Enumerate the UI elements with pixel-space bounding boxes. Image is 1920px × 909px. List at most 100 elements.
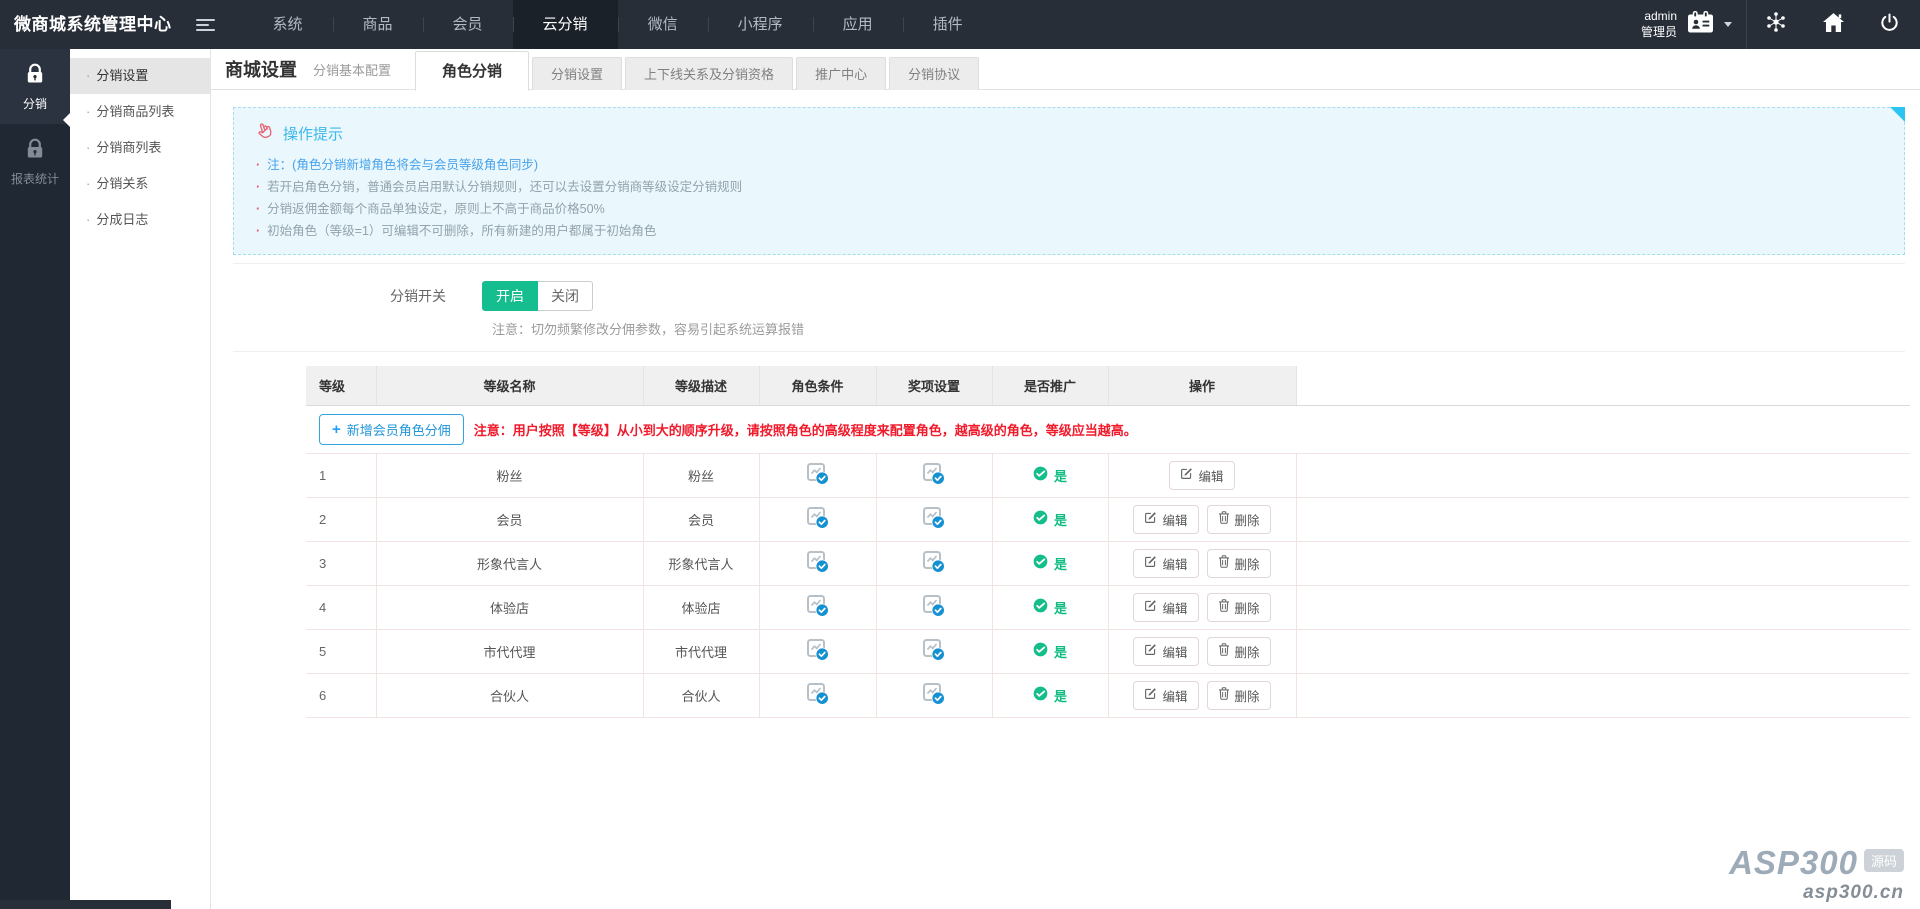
edit-button[interactable]: 编辑 — [1133, 680, 1199, 710]
lock-icon — [23, 138, 47, 165]
trash-icon — [1218, 687, 1230, 703]
edit-button[interactable]: 编辑 — [1133, 548, 1199, 578]
role-condition-icon[interactable] — [806, 462, 830, 486]
cell-actions: 编辑 — [1108, 453, 1297, 498]
submenu-item-dist-relations[interactable]: 分销关系 — [70, 166, 210, 202]
cell-promote: 是 — [992, 497, 1109, 542]
tab-distribution-settings[interactable]: 分销设置 — [532, 56, 623, 90]
cell-prize-setting — [876, 673, 993, 718]
rail-item-label: 报表统计 — [10, 172, 59, 186]
submenu-item-dist-goods-list[interactable]: 分销商品列表 — [70, 94, 210, 130]
submenu-item-distributor-list[interactable]: 分销商列表 — [70, 130, 210, 166]
nav-item-wechat[interactable]: 微信 — [617, 0, 708, 49]
switch-note: 注意：切勿频繁修改分佣参数，容易引起系统运算报错 — [492, 322, 805, 337]
cell-level-desc: 形象代言人 — [643, 541, 760, 586]
tab-role-distribution[interactable]: 角色分销 — [415, 50, 530, 91]
nav-item-cloud-distribution[interactable]: 云分销 — [512, 0, 618, 49]
module-rail: 分销 报表统计 — [0, 49, 70, 909]
role-condition-icon[interactable] — [806, 506, 830, 530]
delete-button[interactable]: 删除 — [1206, 636, 1271, 666]
tips-title: 操作提示 — [283, 125, 344, 143]
edit-button[interactable]: 编辑 — [1133, 636, 1199, 666]
delete-button[interactable]: 删除 — [1206, 592, 1271, 622]
delete-button[interactable]: 删除 — [1206, 548, 1271, 578]
nav-item-member[interactable]: 会员 — [422, 0, 513, 49]
prize-setting-icon[interactable] — [922, 594, 946, 618]
edit-button[interactable]: 编辑 — [1133, 504, 1199, 534]
trash-icon — [1218, 643, 1230, 659]
menu-toggle-icon[interactable] — [195, 0, 215, 49]
add-role-label: 新增会员角色分佣 — [346, 422, 451, 438]
home-button[interactable] — [1805, 0, 1862, 49]
tips-title-row: 操作提示 — [254, 118, 1884, 147]
tab-promotion-center[interactable]: 推广中心 — [796, 56, 887, 90]
content-header: 商城设置 分销基本配置 角色分销 分销设置 上下线关系及分销资格 推广中心 分销协议 — [211, 49, 1920, 91]
pencil-icon — [1144, 687, 1157, 703]
submenu-item-dist-settings[interactable]: 分销设置 — [70, 58, 210, 94]
pencil-icon — [1144, 555, 1157, 571]
delete-button[interactable]: 删除 — [1206, 504, 1271, 534]
active-item-notch — [63, 113, 70, 127]
cell-actions: 编辑 删除 — [1108, 541, 1297, 586]
edit-button[interactable]: 编辑 — [1133, 592, 1199, 622]
cell-empty — [1296, 453, 1910, 498]
column-header-2: 等级名称 — [376, 366, 644, 406]
user-info[interactable]: admin 管理员 — [1641, 9, 1677, 40]
switch-section: 分销开关 开启 关闭 注意：切勿频繁修改分佣参数，容易引起系统运算报错 — [233, 263, 1905, 352]
cell-level: 4 — [306, 585, 377, 630]
prize-setting-icon[interactable] — [922, 550, 946, 574]
nav-item-miniprogram[interactable]: 小程序 — [707, 0, 813, 49]
role-condition-icon[interactable] — [806, 638, 830, 662]
rail-item-label: 分销 — [22, 97, 47, 111]
prize-setting-icon[interactable] — [922, 462, 946, 486]
cell-level-name: 粉丝 — [376, 453, 644, 498]
tip-item: · 注：(角色分销新增角色将会与会员等级角色同步) — [256, 158, 538, 172]
prize-setting-icon[interactable] — [922, 638, 946, 662]
table-toolbar-row: + 新增会员角色分佣 注意：用户按照【等级】从小到大的顺序升级，请按照角色的高级… — [306, 405, 1910, 454]
column-header-4: 角色条件 — [759, 366, 877, 406]
cell-level-name: 合伙人 — [376, 673, 644, 718]
cell-actions: 编辑 删除 — [1108, 673, 1297, 718]
logout-button[interactable] — [1862, 0, 1920, 49]
delete-button[interactable]: 删除 — [1206, 680, 1271, 710]
page-title: 商城设置 — [225, 60, 297, 80]
role-condition-icon[interactable] — [806, 594, 830, 618]
trash-icon — [1218, 511, 1230, 527]
watermark-domain: asp300.cn — [1803, 882, 1904, 903]
add-role-button[interactable]: + 新增会员角色分佣 — [319, 413, 464, 445]
prize-setting-icon[interactable] — [922, 682, 946, 706]
prize-setting-icon[interactable] — [922, 506, 946, 530]
cell-role-condition — [759, 673, 877, 718]
user-card-dropdown[interactable] — [1687, 10, 1746, 39]
tab-distribution-agreement[interactable]: 分销协议 — [889, 56, 980, 90]
switch-on-button[interactable]: 开启 — [482, 281, 538, 311]
submenu-item-commission-log[interactable]: 分成日志 — [70, 202, 210, 238]
cell-level-desc: 体验店 — [643, 585, 760, 630]
shortcuts-button[interactable] — [1747, 0, 1805, 49]
pencil-icon — [1180, 467, 1193, 483]
cell-level-desc: 会员 — [643, 497, 760, 542]
role-condition-icon[interactable] — [806, 550, 830, 574]
nav-item-application[interactable]: 应用 — [812, 0, 903, 49]
navbar-right: admin 管理员 — [1641, 0, 1920, 49]
rail-item-report-stats[interactable]: 报表统计 — [0, 124, 70, 199]
tab-updown-relation[interactable]: 上下线关系及分销资格 — [625, 56, 794, 90]
user-role: 管理员 — [1640, 24, 1677, 39]
rail-item-distribution[interactable]: 分销 — [0, 49, 70, 124]
cell-level: 6 — [306, 673, 377, 718]
role-condition-icon[interactable] — [806, 682, 830, 706]
nav-item-plugin[interactable]: 插件 — [902, 0, 993, 49]
tips-list: · 注：(角色分销新增角色将会与会员等级角色同步) · 若开启角色分销，普通会员启用默… — [254, 154, 1884, 242]
cell-role-condition — [759, 541, 877, 586]
promote-label: 是 — [1053, 556, 1067, 572]
edit-button[interactable]: 编辑 — [1169, 460, 1235, 490]
switch-off-button[interactable]: 关闭 — [538, 281, 593, 311]
cell-prize-setting — [876, 585, 993, 630]
nav-item-system[interactable]: 系统 — [243, 0, 333, 49]
nav-item-goods[interactable]: 商品 — [332, 0, 423, 49]
table-row: 6 合伙人 合伙人是编辑 删除 — [306, 673, 1910, 718]
table-row: 2 会员 会员是编辑 删除 — [306, 497, 1910, 542]
pencil-icon — [1144, 643, 1157, 659]
main-menu: 系统 商品 会员 云分销 微信 小程序 应用 插件 — [243, 0, 993, 49]
trash-icon — [1218, 555, 1230, 571]
